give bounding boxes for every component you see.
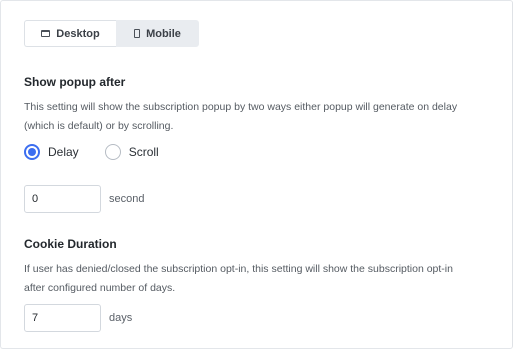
radio-delay-label: Delay (48, 145, 79, 159)
description-line: This setting will show the subscription … (24, 101, 458, 113)
radio-delay-indicator[interactable] (24, 144, 40, 160)
show-popup-after-description: This setting will show the subscription … (24, 98, 504, 136)
popup-trigger-radio-group: Delay Scroll (24, 142, 185, 162)
description-line: (which is default) or by scrolling. (24, 120, 174, 132)
description-line: If user has denied/closed the subscripti… (24, 263, 453, 275)
cookie-days-input[interactable] (24, 304, 101, 332)
cookie-field-row: days (24, 304, 132, 332)
device-tabs: Desktop Mobile (24, 20, 199, 47)
settings-panel: Desktop Mobile Show popup after This set… (0, 0, 513, 349)
show-popup-after-title: Show popup after (24, 75, 126, 89)
tab-desktop[interactable]: Desktop (24, 20, 116, 47)
delay-seconds-input[interactable] (24, 185, 101, 213)
mobile-icon (134, 29, 141, 38)
cookie-duration-description: If user has denied/closed the subscripti… (24, 260, 504, 298)
tab-mobile-label: Mobile (146, 27, 181, 40)
delay-field-row: second (24, 185, 144, 213)
description-line: after configured number of days. (24, 282, 176, 294)
cookie-duration-title: Cookie Duration (24, 237, 117, 251)
delay-unit-label: second (109, 193, 145, 205)
radio-scroll[interactable]: Scroll (104, 144, 159, 160)
radio-delay[interactable]: Delay (24, 144, 79, 160)
radio-scroll-label: Scroll (128, 145, 159, 159)
tab-desktop-label: Desktop (56, 27, 100, 40)
desktop-icon (41, 30, 51, 37)
radio-scroll-indicator[interactable] (104, 144, 121, 160)
tab-mobile[interactable]: Mobile (116, 20, 199, 47)
cookie-unit-label: days (109, 312, 133, 324)
